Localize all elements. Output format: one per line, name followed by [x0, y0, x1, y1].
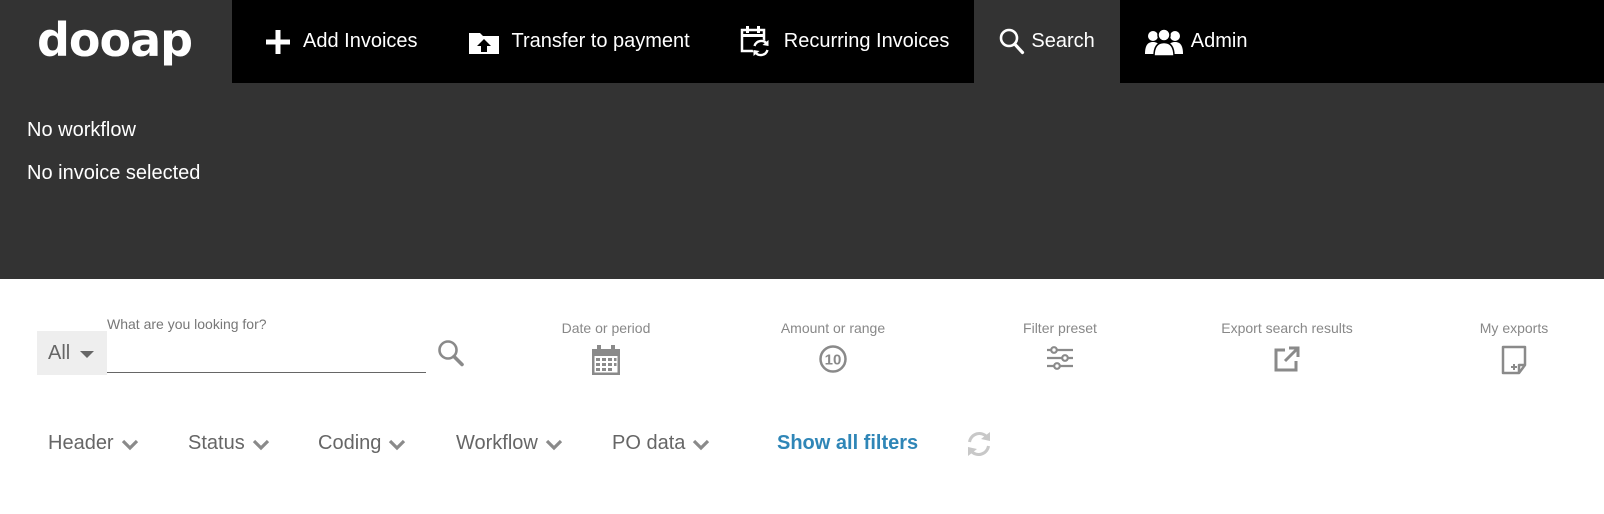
search-scope-select[interactable]: All	[37, 331, 107, 375]
logo-text: dooap	[37, 12, 193, 67]
my-exports-label: My exports	[1479, 320, 1549, 336]
export-results-tool[interactable]: Export search results	[1197, 320, 1377, 374]
amount-range-label: Amount or range	[780, 320, 886, 336]
filter-po-data-label: PO data	[612, 431, 686, 454]
invoice-info-panel: No workflow No invoice selected	[0, 83, 1604, 279]
workflow-status: No workflow	[27, 119, 136, 141]
nav-transfer-to-payment[interactable]: Transfer to payment	[443, 0, 715, 83]
date-period-label: Date or period	[561, 320, 651, 336]
top-navigation: dooap Add Invoices Transfer to payment R…	[0, 0, 1604, 83]
filter-preset-label: Filter preset	[1023, 320, 1097, 336]
filter-workflow-label: Workflow	[456, 431, 538, 454]
chevron-down-icon	[389, 439, 406, 450]
users-icon	[1144, 27, 1183, 56]
filter-preset-tool[interactable]: Filter preset	[970, 320, 1150, 372]
nav-admin-label: Admin	[1190, 30, 1248, 52]
filter-coding[interactable]: Coding	[318, 425, 406, 461]
chevron-down-icon	[252, 439, 269, 450]
filter-header[interactable]: Header	[48, 425, 139, 461]
show-all-filters-link[interactable]: Show all filters	[777, 425, 918, 461]
folder-upload-icon	[468, 29, 500, 55]
nav-add-invoices-label: Add Invoices	[303, 30, 418, 52]
nav-search[interactable]: Search	[974, 0, 1120, 83]
refresh-icon	[968, 432, 990, 456]
search-scope-value: All	[48, 341, 71, 364]
my-exports-tool[interactable]: My exports	[1424, 320, 1604, 376]
search-input-label: What are you looking for?	[107, 316, 267, 332]
calendar-refresh-icon	[740, 25, 772, 59]
plus-icon	[265, 29, 291, 55]
nav-add-invoices[interactable]: Add Invoices	[232, 0, 443, 83]
chevron-down-icon	[545, 439, 563, 450]
filter-workflow[interactable]: Workflow	[456, 425, 563, 461]
svg-text:10: 10	[825, 352, 842, 369]
magnifier-icon	[438, 340, 464, 367]
filter-po-data[interactable]: PO data	[612, 425, 710, 461]
date-period-tool[interactable]: Date or period	[516, 320, 696, 376]
chevron-down-icon	[693, 439, 710, 450]
export-results-label: Export search results	[1221, 320, 1353, 336]
coin-icon: 10	[819, 345, 847, 373]
calendar-icon	[592, 345, 620, 375]
search-submit-button[interactable]	[437, 339, 465, 372]
filter-status-label: Status	[188, 431, 245, 454]
search-area: All What are you looking for? Date or pe…	[0, 279, 1604, 514]
reset-filters-button[interactable]	[965, 430, 993, 463]
chevron-down-icon	[121, 439, 138, 450]
sliders-icon	[1047, 346, 1073, 370]
logo[interactable]: dooap	[0, 0, 232, 83]
nav-transfer-label: Transfer to payment	[511, 30, 690, 52]
external-link-icon	[1274, 346, 1300, 372]
amount-range-tool[interactable]: Amount or range 10	[743, 320, 923, 374]
nav-recurring-invoices[interactable]: Recurring Invoices	[715, 0, 975, 83]
search-input[interactable]	[107, 341, 426, 373]
caret-down-icon	[80, 350, 95, 358]
document-add-icon	[1501, 345, 1527, 375]
nav-recurring-label: Recurring Invoices	[783, 30, 950, 52]
filter-coding-label: Coding	[318, 431, 382, 454]
filter-status[interactable]: Status	[188, 425, 270, 461]
filter-header-label: Header	[48, 431, 114, 454]
search-icon	[999, 28, 1025, 55]
filter-bar: Header Status Coding Workflow PO data Sh…	[0, 425, 1604, 461]
nav-search-label: Search	[1031, 30, 1095, 52]
nav-admin[interactable]: Admin	[1120, 0, 1273, 83]
invoice-status: No invoice selected	[27, 162, 201, 184]
